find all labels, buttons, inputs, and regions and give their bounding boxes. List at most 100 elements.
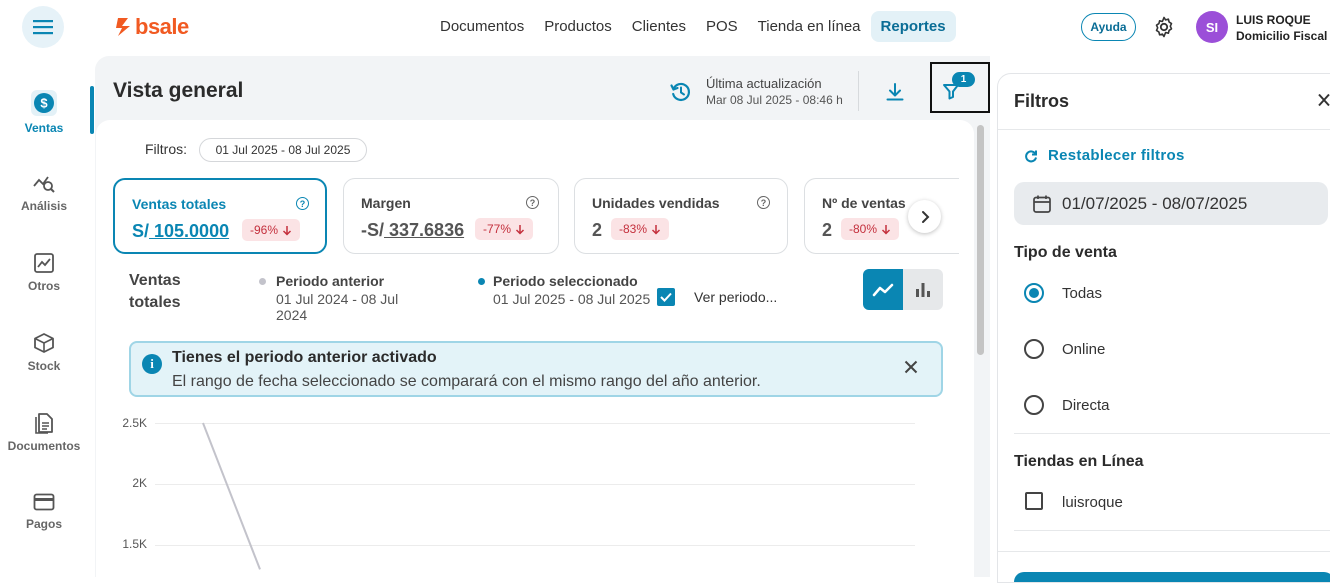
page-title: Vista general	[113, 79, 244, 102]
compare-label[interactable]: Ver periodo...	[694, 289, 777, 305]
kpi-value: 2	[592, 220, 603, 240]
sidebar-item-otros[interactable]: Otros	[0, 252, 88, 293]
store-checkbox[interactable]	[1025, 492, 1043, 510]
refresh-icon	[1025, 149, 1037, 162]
filter-button[interactable]	[930, 62, 990, 113]
check-icon	[660, 292, 672, 302]
bsale-logo[interactable]: bsale	[115, 14, 189, 40]
bar-chart-icon	[916, 282, 930, 297]
sidebar-item-pagos[interactable]: Pagos	[0, 492, 88, 531]
avatar[interactable]: SI	[1196, 11, 1228, 43]
close-icon	[1318, 93, 1330, 107]
kpi-title: Margen	[361, 195, 411, 211]
alert-close-button[interactable]	[904, 360, 918, 379]
alert-title: Tienes el periodo anterior activado	[172, 349, 437, 366]
line-chart-toggle[interactable]	[863, 269, 903, 310]
analysis-icon	[33, 176, 55, 193]
chart-up-icon	[34, 253, 54, 273]
nav-productos[interactable]: Productos	[534, 11, 622, 42]
chart-title: Ventas totales	[129, 270, 181, 314]
active-indicator	[90, 86, 94, 134]
kpi-change-badge: -83%	[611, 218, 670, 240]
help-circle-icon[interactable]: ?	[526, 196, 539, 209]
scrollbar[interactable]	[977, 125, 984, 355]
y-tick-label: 2.5K	[122, 416, 147, 430]
hamburger-icon	[33, 20, 53, 35]
nav-tienda-en-linea[interactable]: Tienda en línea	[748, 11, 871, 42]
sidebar-label-pagos: Pagos	[25, 517, 62, 531]
kpi-change-value: -80%	[849, 222, 878, 236]
nav-clientes[interactable]: Clientes	[622, 11, 696, 42]
last-update-date: Mar 08 Jul 2025 - 08:46 h	[706, 93, 843, 107]
kpi-currency: -S/	[361, 220, 385, 240]
y-tick-label: 2K	[132, 476, 147, 490]
download-button[interactable]	[884, 81, 906, 108]
last-update-label: Última actualización	[706, 76, 822, 91]
legend-previous-range: 01 Jul 2024 - 08 Jul 2024	[276, 291, 399, 323]
help-button[interactable]: Ayuda	[1081, 13, 1136, 41]
card-icon	[33, 493, 55, 511]
divider	[1014, 433, 1330, 434]
radio-directa[interactable]	[1024, 395, 1044, 415]
legend-dot-previous	[259, 278, 266, 285]
sidebar-label-analisis: Análisis	[20, 199, 68, 213]
kpi-unidades-vendidas[interactable]: Unidades vendidas ? 2 -83%	[574, 178, 788, 254]
filter-chip-date[interactable]: 01 Jul 2025 - 08 Jul 2025	[199, 138, 367, 162]
sales-line-chart	[202, 422, 261, 570]
history-icon	[670, 82, 691, 102]
date-range-value: 01/07/2025 - 08/07/2025	[1062, 193, 1248, 213]
radio-todas[interactable]	[1024, 283, 1044, 303]
kpi-change-value: -77%	[483, 222, 512, 236]
sidebar-label-otros: Otros	[27, 279, 60, 293]
nav-pos[interactable]: POS	[696, 11, 748, 42]
info-icon: i	[142, 354, 162, 374]
radio-label-directa[interactable]: Directa	[1062, 397, 1110, 414]
kpi-ventas-totales[interactable]: Ventas totales ? S/ 105.0000 -96%	[113, 178, 327, 254]
sidebar-item-documentos[interactable]: Documentos	[0, 412, 88, 453]
kpi-change-badge: -80%	[841, 218, 900, 240]
user-info[interactable]: LUIS ROQUE Domicilio Fiscal	[1236, 12, 1327, 44]
sidebar-item-analisis[interactable]: Análisis	[0, 172, 88, 213]
header-divider	[858, 71, 859, 111]
settings-button[interactable]	[1152, 15, 1176, 44]
nav-reportes[interactable]: Reportes	[870, 11, 956, 42]
radio-online[interactable]	[1024, 339, 1044, 359]
radio-label-online[interactable]: Online	[1062, 341, 1105, 358]
kpi-amount: 105.0000	[149, 221, 230, 241]
apply-filters-button[interactable]	[1014, 572, 1330, 582]
kpi-change-badge: -96%	[242, 219, 301, 241]
sidebar-label-ventas: Ventas	[24, 121, 64, 135]
filters-close-button[interactable]	[1318, 93, 1330, 112]
menu-button[interactable]	[22, 6, 64, 48]
compare-checkbox[interactable]	[657, 288, 675, 306]
radio-label-todas[interactable]: Todas	[1062, 285, 1102, 302]
help-circle-icon[interactable]: ?	[296, 197, 309, 210]
kpi-title: Unidades vendidas	[592, 195, 720, 211]
refresh-button[interactable]	[669, 80, 693, 109]
help-circle-icon[interactable]: ?	[757, 196, 770, 209]
reset-filters-button[interactable]: Restablecer filtros	[1024, 147, 1185, 164]
bar-chart-toggle[interactable]	[903, 269, 943, 310]
divider	[1014, 530, 1330, 531]
logo-text: bsale	[135, 14, 189, 39]
kpi-margen[interactable]: Margen ? -S/ 337.6836 -77%	[343, 178, 559, 254]
kpi-next-button[interactable]	[908, 200, 941, 233]
sidebar-label-stock: Stock	[27, 359, 61, 373]
top-bar: bsale Documentos Productos Clientes POS …	[0, 0, 1330, 56]
kpi-value: 2	[822, 220, 833, 240]
arrow-down-icon	[881, 224, 891, 235]
legend-previous-title: Periodo anterior	[276, 273, 385, 289]
nav-documentos[interactable]: Documentos	[430, 11, 534, 42]
filters-label: Filtros:	[145, 141, 187, 157]
calendar-icon	[1033, 195, 1051, 213]
filter-count-badge: 1	[952, 72, 975, 87]
filters-panel-title: Filtros	[1014, 91, 1070, 111]
sidebar-item-stock[interactable]: Stock	[0, 332, 88, 373]
store-label[interactable]: luisroque	[1062, 494, 1123, 511]
series-line-0	[202, 422, 261, 570]
legend-selected-title: Periodo seleccionado	[493, 273, 638, 289]
sidebar-label-documentos: Documentos	[7, 439, 81, 453]
date-range-input[interactable]: 01/07/2025 - 08/07/2025	[1014, 182, 1328, 225]
arrow-down-icon	[515, 224, 525, 235]
sidebar-item-ventas[interactable]: $ Ventas	[0, 90, 88, 135]
